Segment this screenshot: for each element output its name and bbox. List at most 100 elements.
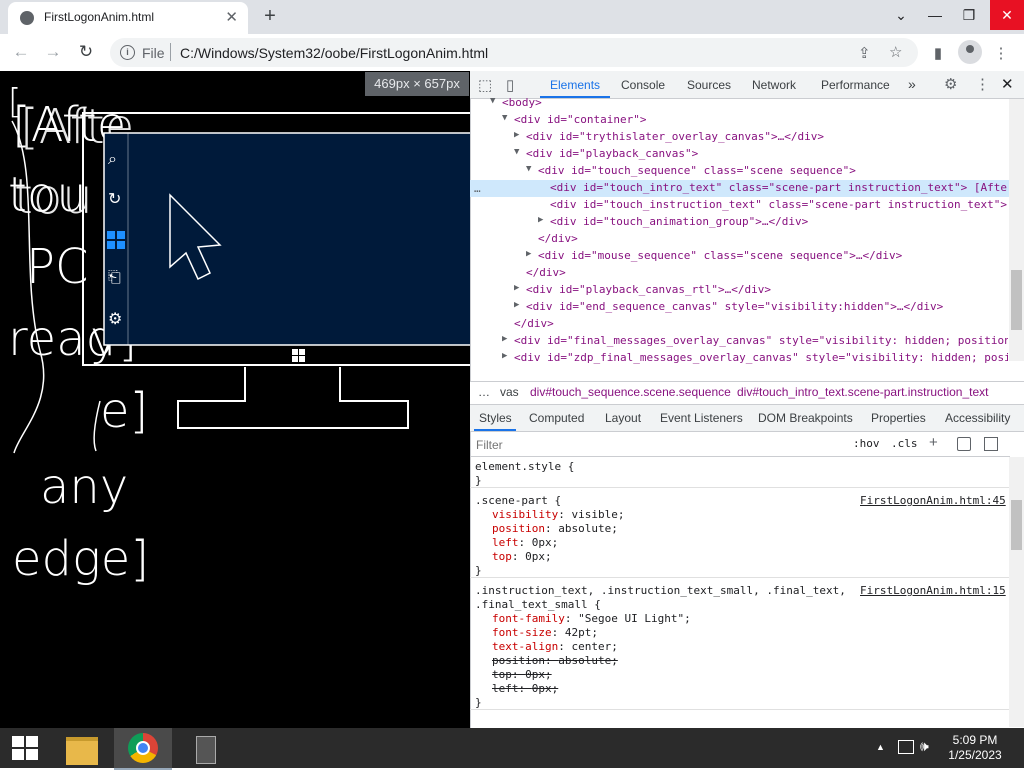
more-tabs-button[interactable]: »: [908, 76, 916, 92]
new-tab-button[interactable]: +: [258, 4, 282, 28]
class-toggle[interactable]: .cls: [891, 437, 918, 450]
dom-scrollbar-thumb[interactable]: [1011, 270, 1022, 330]
minimize-button[interactable]: —: [918, 0, 952, 30]
css-property-name[interactable]: top: [492, 668, 512, 681]
dom-node[interactable]: <div id="touch_sequence" class="scene se…: [538, 164, 856, 177]
css-property[interactable]: top: 0px;: [492, 668, 552, 681]
browser-tab[interactable]: FirstLogonAnim.html ✕: [8, 2, 248, 34]
css-property-name[interactable]: text-align: [492, 640, 558, 653]
computed-sidebar-icon[interactable]: [984, 437, 998, 451]
dom-node[interactable]: <div id="mouse_sequence" class="scene se…: [538, 249, 902, 262]
dom-expand-toggle[interactable]: ▶: [538, 215, 543, 225]
dom-node[interactable]: </div>: [514, 317, 554, 330]
address-bar[interactable]: i File C:/Windows/System32/oobe/FirstLog…: [110, 38, 918, 67]
css-property[interactable]: left: 0px;: [492, 536, 558, 549]
calculator-button[interactable]: [176, 728, 234, 768]
breadcrumb-ellipsis[interactable]: …: [478, 385, 490, 399]
tray-overflow-icon[interactable]: ▲: [876, 742, 885, 752]
styles-scrollbar-thumb[interactable]: [1011, 500, 1022, 550]
chrome-taskbar-button[interactable]: [114, 728, 172, 770]
css-property-value[interactable]: 0px;: [525, 668, 552, 681]
system-clock[interactable]: 5:09 PM 1/25/2023: [935, 733, 1015, 763]
dom-expand-toggle[interactable]: ▶: [514, 283, 519, 293]
dom-expand-toggle[interactable]: ▼: [526, 164, 531, 174]
dom-node-ellipsis[interactable]: …: [474, 182, 481, 195]
dom-node[interactable]: <div id="touch_intro_text" class="scene-…: [550, 181, 1008, 194]
device-toolbar-icon[interactable]: ▯: [506, 76, 514, 94]
dom-node[interactable]: <div id="touch_animation_group">…</div>: [550, 215, 808, 228]
tab-accessibility[interactable]: Accessibility: [945, 411, 1010, 425]
chrome-menu-icon[interactable]: ⋮: [990, 44, 1012, 66]
css-property-name[interactable]: position: [492, 522, 545, 535]
file-explorer-button[interactable]: [54, 728, 112, 768]
paint-icon[interactable]: [957, 437, 971, 451]
devtools-more-icon[interactable]: ⋮: [975, 75, 990, 93]
styles-filter-input[interactable]: [474, 436, 838, 454]
css-property[interactable]: font-size: 42pt;: [492, 626, 598, 639]
tab-close-button[interactable]: ✕: [225, 8, 238, 26]
css-property-name[interactable]: font-size: [492, 626, 552, 639]
dom-node[interactable]: <div id="final_messages_overlay_canvas" …: [514, 334, 1008, 347]
css-selector[interactable]: .final_text_small {: [475, 598, 601, 611]
tab-network[interactable]: Network: [752, 78, 796, 92]
volume-icon[interactable]: 🕪: [920, 738, 929, 755]
tab-properties[interactable]: Properties: [871, 411, 926, 425]
side-panel-icon[interactable]: ▮: [927, 44, 949, 66]
css-property[interactable]: position: absolute;: [492, 522, 618, 535]
css-source-link[interactable]: FirstLogonAnim.html:45: [860, 494, 1006, 507]
dom-expand-toggle[interactable]: ▼: [490, 96, 495, 106]
devtools-close-icon[interactable]: ✕: [1001, 75, 1014, 93]
css-property[interactable]: visibility: visible;: [492, 508, 624, 521]
inspect-element-icon[interactable]: ⬚: [478, 76, 492, 94]
dom-node[interactable]: <div id="touch_instruction_text" class="…: [550, 198, 1007, 211]
css-property[interactable]: position: absolute;: [492, 654, 618, 667]
css-property-value[interactable]: 0px;: [525, 550, 552, 563]
reload-button[interactable]: ↻: [75, 41, 97, 63]
tab-search-button[interactable]: ⌄: [884, 0, 918, 30]
share-icon[interactable]: ⇪: [858, 44, 871, 62]
css-property-name[interactable]: font-family: [492, 612, 565, 625]
dom-node[interactable]: </div>: [538, 232, 578, 245]
dom-expand-toggle[interactable]: ▶: [502, 351, 507, 361]
css-property-name[interactable]: position: [492, 654, 545, 667]
css-property-value[interactable]: center;: [571, 640, 617, 653]
css-selector[interactable]: element.style {: [475, 460, 574, 473]
tab-computed[interactable]: Computed: [529, 411, 584, 425]
dom-node[interactable]: <body>: [502, 96, 542, 109]
new-style-rule-button[interactable]: +: [929, 434, 938, 451]
forward-button[interactable]: →: [42, 41, 64, 63]
css-property-value[interactable]: 0px;: [532, 536, 559, 549]
css-property-value[interactable]: 42pt;: [565, 626, 598, 639]
dom-node[interactable]: <div id="trythislater_overlay_canvas">…<…: [526, 130, 824, 143]
css-property-name[interactable]: left: [492, 536, 519, 549]
dom-expand-toggle[interactable]: ▼: [514, 147, 519, 157]
profile-avatar[interactable]: [958, 40, 982, 64]
breadcrumb-item[interactable]: vas: [500, 385, 519, 399]
windows-start-icon[interactable]: [12, 736, 38, 760]
breadcrumb-item[interactable]: div#touch_sequence.scene.sequence: [530, 385, 731, 399]
dom-expand-toggle[interactable]: ▼: [502, 113, 507, 123]
css-property-value[interactable]: 0px;: [532, 682, 559, 695]
tab-performance[interactable]: Performance: [821, 78, 890, 92]
dom-node[interactable]: <div id="playback_canvas">: [526, 147, 698, 160]
css-property-value[interactable]: absolute;: [558, 522, 618, 535]
css-property-name[interactable]: left: [492, 682, 519, 695]
css-property[interactable]: text-align: center;: [492, 640, 618, 653]
restore-button[interactable]: ❐: [952, 0, 986, 30]
back-button[interactable]: ←: [10, 41, 32, 63]
css-property-name[interactable]: top: [492, 550, 512, 563]
tab-event-listeners[interactable]: Event Listeners: [660, 411, 743, 425]
close-window-button[interactable]: ✕: [990, 0, 1024, 30]
styles-scrollbar[interactable]: [1009, 457, 1024, 727]
dom-node[interactable]: <div id="playback_canvas_rtl">…</div>: [526, 283, 771, 296]
css-selector[interactable]: .instruction_text, .instruction_text_sma…: [475, 584, 846, 597]
bookmark-star-icon[interactable]: ☆: [889, 43, 902, 61]
dom-node[interactable]: <div id="container">: [514, 113, 646, 126]
css-source-link[interactable]: FirstLogonAnim.html:15: [860, 584, 1006, 597]
info-icon[interactable]: i: [120, 45, 135, 60]
dom-node[interactable]: </div>: [526, 266, 566, 279]
css-property-value[interactable]: "Segoe UI Light";: [578, 612, 691, 625]
tab-dom-breakpoints[interactable]: DOM Breakpoints: [758, 411, 853, 425]
devtools-settings-icon[interactable]: ⚙: [944, 75, 957, 93]
dom-expand-toggle[interactable]: ▶: [502, 334, 507, 344]
